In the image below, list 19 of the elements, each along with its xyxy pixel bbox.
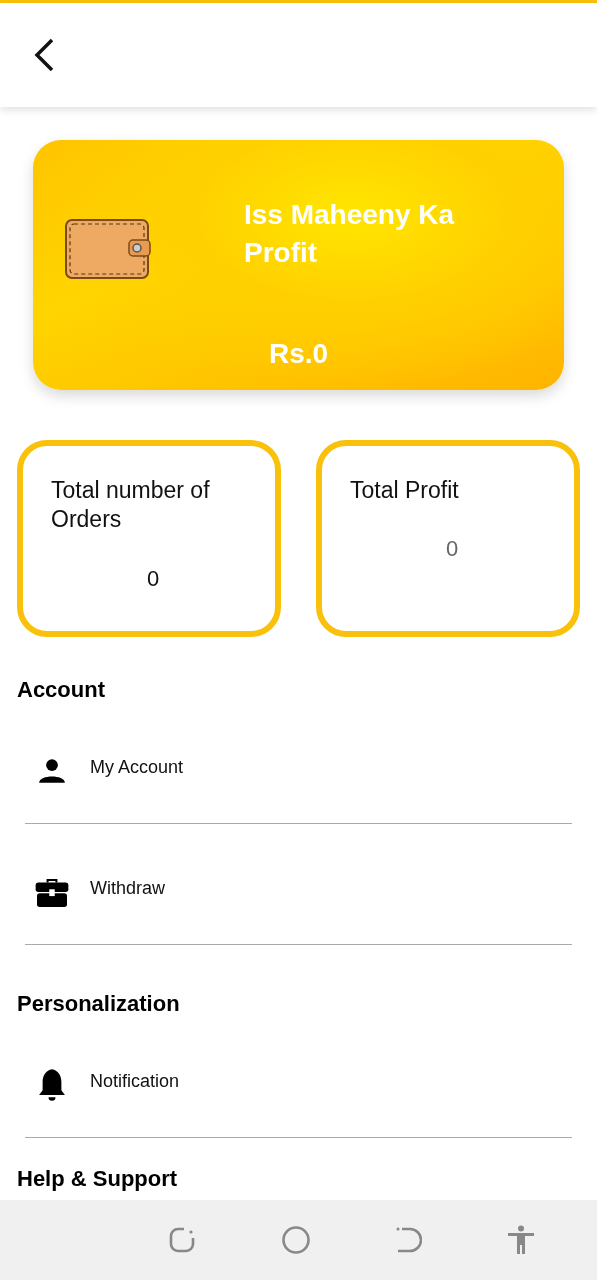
home-icon[interactable]: [280, 1225, 311, 1255]
accessibility-icon[interactable]: [506, 1225, 535, 1255]
card-title: Iss Maheeny Ka Profit: [244, 198, 456, 270]
section-heading: Help & Support: [16, 1165, 179, 1192]
back-icon[interactable]: [33, 38, 55, 72]
stat-label: Total Profit: [350, 476, 460, 505]
wallet-icon: [65, 219, 151, 279]
profit-amount: Rs.0: [267, 338, 330, 370]
stat-label: Total number of Orders: [51, 476, 211, 534]
stat-value: 0: [145, 566, 161, 592]
section-heading: Account: [16, 676, 106, 703]
menu-item[interactable]: My Account: [25, 703, 572, 823]
briefcase-icon: [35, 877, 69, 907]
back-nav-icon[interactable]: [395, 1226, 422, 1254]
menu-item[interactable]: Withdraw: [25, 824, 572, 944]
menu-item[interactable]: Notification: [25, 1017, 572, 1137]
section-heading: Personalization: [16, 990, 181, 1017]
recents-icon[interactable]: [167, 1226, 196, 1254]
stat-value: 0: [444, 536, 460, 562]
